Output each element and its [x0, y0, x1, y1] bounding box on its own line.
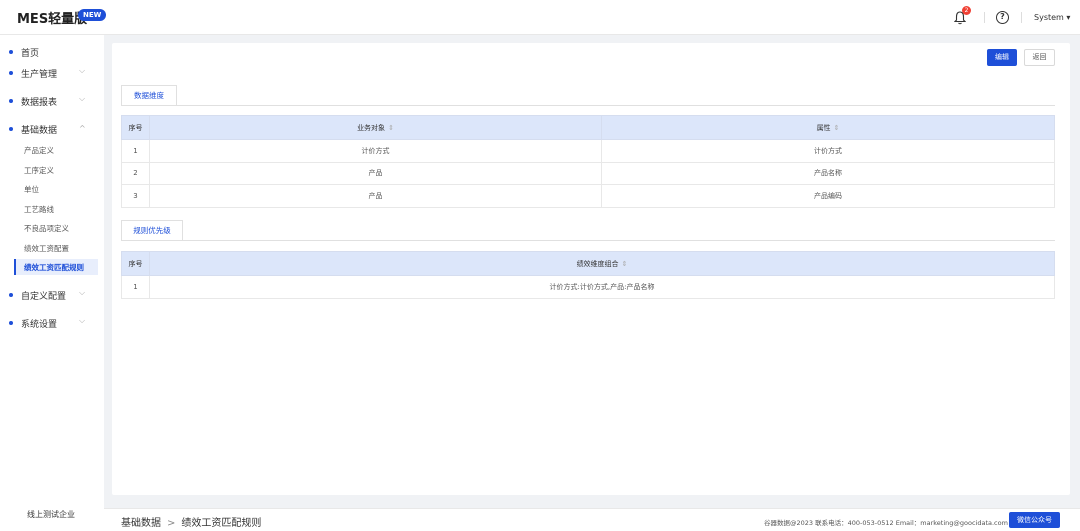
top-bar: MES轻量版 NEW 2 ? System ▾ [0, 0, 1080, 35]
table-cell: 计价方式 [149, 139, 602, 163]
column-header-label: 业务对象 [357, 123, 386, 132]
bullet-icon [9, 321, 13, 325]
user-menu[interactable]: System ▾ [1034, 13, 1070, 22]
app-title: MES轻量版 [17, 12, 88, 27]
table-row: 3 产品 产品编码 [121, 184, 1055, 208]
column-header-index: 序号 [121, 251, 150, 276]
sidebar-item-label: 首页 [21, 49, 40, 59]
tab-rule-priority[interactable]: 规则优先级 [121, 220, 183, 240]
sidebar-subitem-label: 绩效工资匹配规则 [24, 263, 84, 272]
table-header-row: 序号 业务对象 ⇕ 属性 ⇕ [121, 115, 1055, 140]
sidebar-subitem-wage-config[interactable]: 绩效工资配置 [14, 240, 98, 256]
column-header-business-object[interactable]: 业务对象 ⇕ [149, 115, 602, 140]
sort-icon[interactable]: ⇕ [388, 124, 394, 132]
chevron-down-icon: ⌵ [79, 288, 86, 297]
sidebar-item-production[interactable]: 生产管理 ⌵ [0, 65, 104, 81]
back-button[interactable]: 返回 [1024, 49, 1055, 66]
tab-divider [121, 105, 1055, 106]
column-header-index: 序号 [121, 115, 150, 140]
chevron-down-icon: ⌵ [79, 316, 86, 325]
tab-data-dimension[interactable]: 数据维度 [121, 85, 177, 105]
sidebar-subitem-label: 不良品项定义 [24, 224, 69, 233]
sidebar-subitem-process-route[interactable]: 工艺路线 [14, 201, 98, 217]
table-cell: 2 [121, 161, 150, 185]
divider [984, 12, 985, 23]
notification-count-badge: 2 [962, 6, 971, 15]
table-row: 1 计价方式:计价方式,产品:产品名称 [121, 275, 1055, 299]
sidebar-item-custom-config[interactable]: 自定义配置 ⌵ [0, 287, 104, 303]
sidebar-subitem-label: 单位 [24, 185, 39, 194]
breadcrumb-item-current: 绩效工资匹配规则 [181, 518, 262, 529]
chevron-up-icon: ^ [79, 124, 86, 133]
table-cell: 3 [121, 184, 150, 208]
divider [1021, 12, 1022, 23]
table-cell: 计价方式 [601, 139, 1055, 163]
table-header-row: 序号 绩效维度组合 ⇕ [121, 251, 1055, 276]
sidebar-item-label: 生产管理 [21, 70, 58, 80]
bullet-icon [9, 99, 13, 103]
table-cell: 1 [121, 139, 150, 163]
table-cell: 产品 [149, 161, 602, 185]
company-name: 线上测试企业 [27, 510, 75, 519]
sidebar-subitem-wage-matching-rules[interactable]: 绩效工资匹配规则 [14, 259, 98, 275]
copyright-text: 谷器数据@2023 联系电话：400-053-0512 Email：market… [764, 519, 1008, 527]
sidebar-item-home[interactable]: 首页 [0, 44, 104, 60]
footer: 基础数据 > 绩效工资匹配规则 谷器数据@2023 联系电话：400-053-051… [104, 508, 1080, 531]
sidebar-item-label: 自定义配置 [21, 292, 67, 302]
chevron-right-icon: > [167, 518, 176, 529]
breadcrumb: 基础数据 > 绩效工资匹配规则 [121, 514, 261, 529]
sidebar-subitem-label: 产品定义 [24, 146, 54, 155]
sidebar-item-label: 系统设置 [21, 320, 58, 330]
sidebar-item-basic-data[interactable]: 基础数据 ^ [0, 121, 104, 137]
wechat-button[interactable]: 微信公众号 [1009, 512, 1060, 528]
column-header-dimension-combination[interactable]: 绩效维度组合 ⇕ [149, 251, 1055, 276]
column-header-label: 属性 [816, 123, 831, 132]
help-icon[interactable]: ? [996, 11, 1009, 24]
table-row: 1 计价方式 计价方式 [121, 139, 1055, 163]
sort-icon[interactable]: ⇕ [834, 124, 840, 132]
dimension-table: 序号 业务对象 ⇕ 属性 ⇕ 1 计价方式 计价方式 2 产品 产品名称 3 产品 … [121, 115, 1055, 208]
sidebar-subitem-product-definition[interactable]: 产品定义 [14, 142, 98, 158]
sidebar-subitem-label: 绩效工资配置 [24, 244, 69, 253]
bullet-icon [9, 71, 13, 75]
sidebar-subitem-unit[interactable]: 单位 [14, 181, 98, 197]
breadcrumb-item[interactable]: 基础数据 [121, 518, 161, 529]
bullet-icon [9, 293, 13, 297]
sidebar-subitem-label: 工艺路线 [24, 205, 54, 214]
priority-table: 序号 绩效维度组合 ⇕ 1 计价方式:计价方式,产品:产品名称 [121, 251, 1055, 299]
sidebar-item-label: 数据报表 [21, 98, 58, 108]
chevron-down-icon: ▾ [1066, 13, 1071, 22]
edit-button[interactable]: 编辑 [987, 49, 1017, 66]
sidebar: 首页 生产管理 ⌵ 数据报表 ⌵ 基础数据 ^ 产品定义 工序定义 单位 工艺路… [0, 35, 104, 531]
table-cell: 产品 [149, 184, 602, 208]
table-row: 2 产品 产品名称 [121, 161, 1055, 185]
column-header-label: 绩效维度组合 [576, 259, 619, 268]
sidebar-item-label: 基础数据 [21, 126, 58, 136]
sidebar-subitem-defect-definition[interactable]: 不良品项定义 [14, 220, 98, 236]
new-badge: NEW [78, 9, 107, 21]
chevron-down-icon: ⌵ [79, 66, 86, 75]
sort-icon[interactable]: ⇕ [622, 260, 628, 268]
table-cell: 1 [121, 275, 150, 299]
bullet-icon [9, 50, 13, 54]
table-cell: 产品编码 [601, 184, 1055, 208]
column-header-attribute[interactable]: 属性 ⇕ [601, 115, 1055, 140]
bullet-icon [9, 127, 13, 131]
table-cell: 产品名称 [601, 161, 1055, 185]
tab-divider [121, 240, 1055, 241]
sidebar-subitem-process-definition[interactable]: 工序定义 [14, 162, 98, 178]
sidebar-item-system-settings[interactable]: 系统设置 ⌵ [0, 315, 104, 331]
sidebar-item-reports[interactable]: 数据报表 ⌵ [0, 93, 104, 109]
main-panel: 编辑 返回 数据维度 序号 业务对象 ⇕ 属性 ⇕ 1 计价方式 计价方式 2 产品… [112, 43, 1070, 495]
sidebar-subitem-label: 工序定义 [24, 166, 54, 175]
user-name: System [1034, 13, 1064, 22]
chevron-down-icon: ⌵ [79, 94, 86, 103]
table-cell: 计价方式:计价方式,产品:产品名称 [149, 275, 1055, 299]
